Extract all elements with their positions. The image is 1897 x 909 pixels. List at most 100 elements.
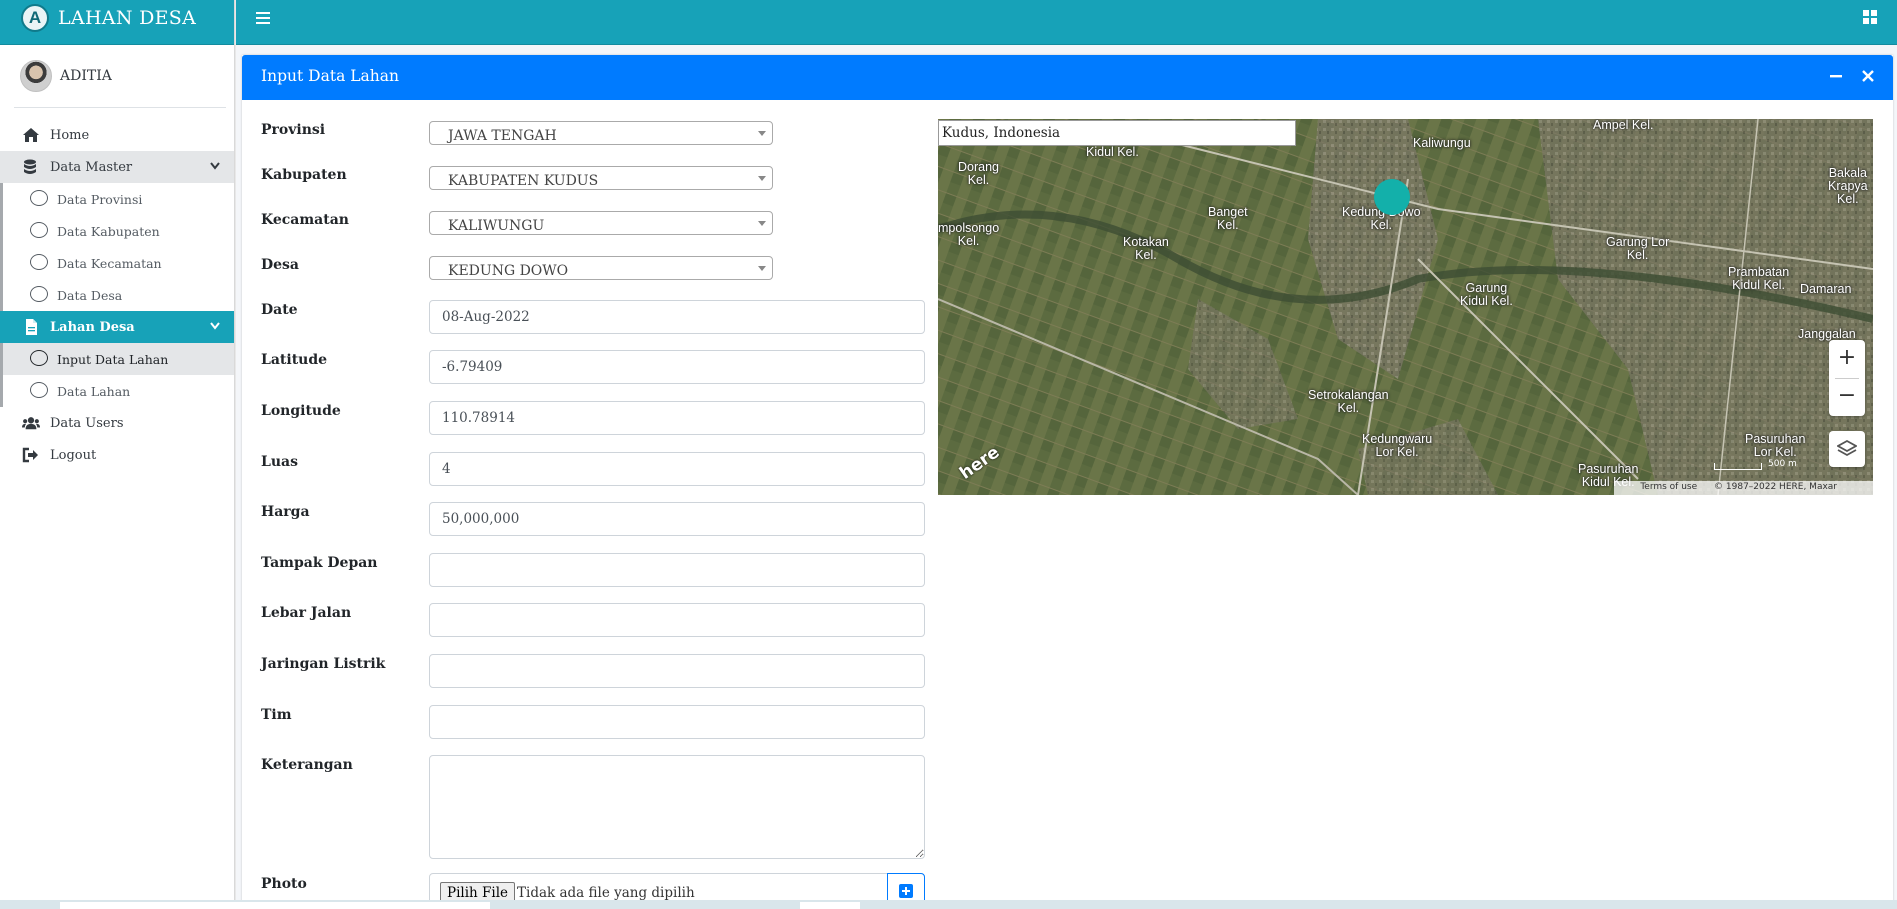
home-icon: [23, 128, 39, 142]
label-kabupaten: Kabupaten: [261, 167, 347, 183]
brand-link[interactable]: A LAHAN DESA: [0, 0, 234, 45]
sidebar-item-label: Data Kabupaten: [57, 224, 160, 239]
sidebar-item-label: Data Desa: [57, 288, 123, 303]
sign-out-icon: [22, 447, 38, 463]
map-label: Kaliwungu: [1413, 136, 1471, 150]
map-label: Garung Kidul Kel.: [1460, 281, 1513, 308]
brand-logo-icon: A: [21, 4, 49, 32]
sidebar-item-label: Home: [50, 128, 90, 143]
sidebar-item-logout[interactable]: Logout: [0, 439, 234, 471]
map-viewport[interactable]: Ampel Kel. Kidul Kel. Kaliwungu Dorang K…: [938, 119, 1873, 495]
label-photo: Photo: [261, 876, 307, 892]
close-icon[interactable]: [1861, 69, 1875, 83]
chevron-down-icon: [210, 162, 220, 170]
scale-bar: [1714, 463, 1762, 470]
map-label: Kidul Kel.: [1086, 145, 1139, 159]
card-title: Input Data Lahan: [261, 67, 399, 85]
label-jaringan-listrik: Jaringan Listrik: [261, 656, 386, 672]
zoom-out-button[interactable]: −: [1829, 378, 1865, 416]
sidebar-item-label: Lahan Desa: [50, 320, 135, 335]
map-label: Bakala Krapya Kel.: [1828, 166, 1868, 206]
sidebar-item-data-kabupaten[interactable]: Data Kabupaten: [0, 215, 234, 247]
sidebar-item-home[interactable]: Home: [0, 119, 234, 151]
zoom-control: + −: [1829, 340, 1865, 416]
map-label: Kotakan Kel.: [1123, 235, 1169, 262]
sidebar-item-data-lahan[interactable]: Data Lahan: [0, 375, 234, 407]
dropdown-arrow-icon: [758, 221, 766, 226]
card-tools: [1829, 69, 1875, 83]
circle-icon: [30, 222, 48, 238]
sidebar-item-input-data-lahan[interactable]: Input Data Lahan: [0, 343, 234, 375]
desa-selected-value: KEDUNG DOWO: [448, 263, 569, 279]
tim-input[interactable]: [429, 705, 925, 739]
location-marker[interactable]: [1374, 179, 1410, 215]
widgets-grid-icon[interactable]: [1863, 10, 1877, 24]
kabupaten-select[interactable]: KABUPATEN KUDUS: [429, 166, 773, 190]
zoom-in-button[interactable]: +: [1829, 340, 1865, 378]
sidebar-item-label: Data Lahan: [57, 384, 131, 399]
chevron-down-icon: [210, 322, 220, 330]
map-attribution: Terms of use © 1987–2022 HERE, Maxar: [1614, 481, 1873, 495]
latitude-input[interactable]: [429, 350, 925, 384]
date-input[interactable]: [429, 300, 925, 334]
map-label: Banget Kel.: [1208, 205, 1248, 232]
sidebar-item-data-users[interactable]: Data Users: [0, 407, 234, 439]
sidebar-item-data-desa[interactable]: Data Desa: [0, 279, 234, 311]
circle-icon: [30, 286, 48, 302]
lebar-jalan-input[interactable]: [429, 603, 925, 637]
dropdown-arrow-icon: [758, 266, 766, 271]
label-harga: Harga: [261, 504, 310, 520]
sidebar-item-lahan-desa[interactable]: Lahan Desa: [0, 311, 234, 343]
jaringan-listrik-input[interactable]: [429, 654, 925, 688]
longitude-input[interactable]: [429, 401, 925, 435]
dropdown-arrow-icon: [758, 131, 766, 136]
kecamatan-select[interactable]: KALIWUNGU: [429, 211, 773, 235]
users-icon: [22, 417, 40, 430]
scroll-thumb[interactable]: [60, 902, 490, 909]
luas-input[interactable]: [429, 452, 925, 486]
provinsi-select[interactable]: JAWA TENGAH: [429, 121, 773, 145]
circle-icon: [30, 382, 48, 398]
terms-of-use-link[interactable]: Terms of use: [1640, 482, 1697, 492]
scroll-segment: [800, 902, 860, 909]
map-label: Pasuruhan Lor Kel.: [1745, 432, 1806, 459]
sidebar-item-data-provinsi[interactable]: Data Provinsi: [0, 183, 234, 215]
brand-text: LAHAN DESA: [58, 7, 197, 29]
menu-toggle-icon[interactable]: [256, 11, 270, 25]
keterangan-textarea[interactable]: [429, 755, 925, 859]
avatar: [20, 60, 52, 92]
map-label: mpolsongo Kel.: [938, 221, 1000, 248]
label-tampak-depan: Tampak Depan: [261, 555, 378, 571]
top-navbar: [234, 0, 1897, 45]
provinsi-selected-value: JAWA TENGAH: [448, 128, 557, 144]
sidebar-item-label: Logout: [50, 448, 97, 463]
layers-icon: [1837, 439, 1857, 457]
map-label: Ampel Kel.: [1593, 119, 1654, 132]
map-label: Damaran: [1800, 282, 1852, 296]
scale-label: 500 m: [1768, 459, 1797, 469]
map-search-input[interactable]: Kudus, Indonesia: [938, 120, 1296, 146]
user-panel[interactable]: ADITIA: [14, 54, 226, 108]
label-lebar-jalan: Lebar Jalan: [261, 605, 352, 621]
sidebar-item-data-master[interactable]: Data Master: [0, 151, 234, 183]
collapse-minus-icon[interactable]: [1829, 69, 1843, 83]
card-header: Input Data Lahan: [242, 55, 1893, 100]
label-kecamatan: Kecamatan: [261, 212, 349, 228]
horizontal-scrollbar[interactable]: [0, 900, 1897, 909]
circle-icon: [30, 350, 48, 366]
map-label: Setrokalangan Kel.: [1308, 388, 1389, 415]
sidebar-item-label: Data Kecamatan: [57, 256, 162, 271]
layers-button[interactable]: [1829, 431, 1865, 467]
sidebar-item-label: Input Data Lahan: [57, 352, 169, 367]
main-sidebar: A LAHAN DESA ADITIA Home Data Master Dat…: [0, 0, 235, 909]
tampak-depan-input[interactable]: [429, 553, 925, 587]
file-status-text: Tidak ada file yang dipilih: [517, 885, 695, 901]
desa-select[interactable]: KEDUNG DOWO: [429, 256, 773, 280]
sidebar-item-label: Data Users: [50, 416, 124, 431]
harga-input[interactable]: [429, 502, 925, 536]
sidebar-item-data-kecamatan[interactable]: Data Kecamatan: [0, 247, 234, 279]
file-icon: [26, 319, 37, 335]
label-tim: Tim: [261, 707, 292, 723]
sidebar-item-label: Data Master: [50, 160, 133, 175]
plus-square-icon: [899, 884, 913, 898]
